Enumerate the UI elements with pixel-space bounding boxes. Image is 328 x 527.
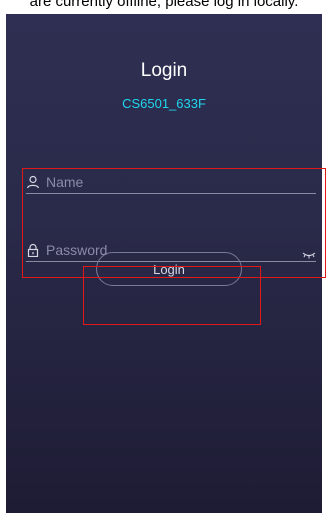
credentials-highlight-box: [22, 168, 326, 278]
page-title: Login: [140, 60, 188, 81]
device-name: CS6501_633F: [122, 96, 206, 111]
clipped-instruction-label: are currently offline, please log in loc…: [29, 0, 299, 10]
login-button-highlight-box: [83, 266, 261, 325]
clipped-instruction-text: are currently offline, please log in loc…: [0, 0, 328, 10]
